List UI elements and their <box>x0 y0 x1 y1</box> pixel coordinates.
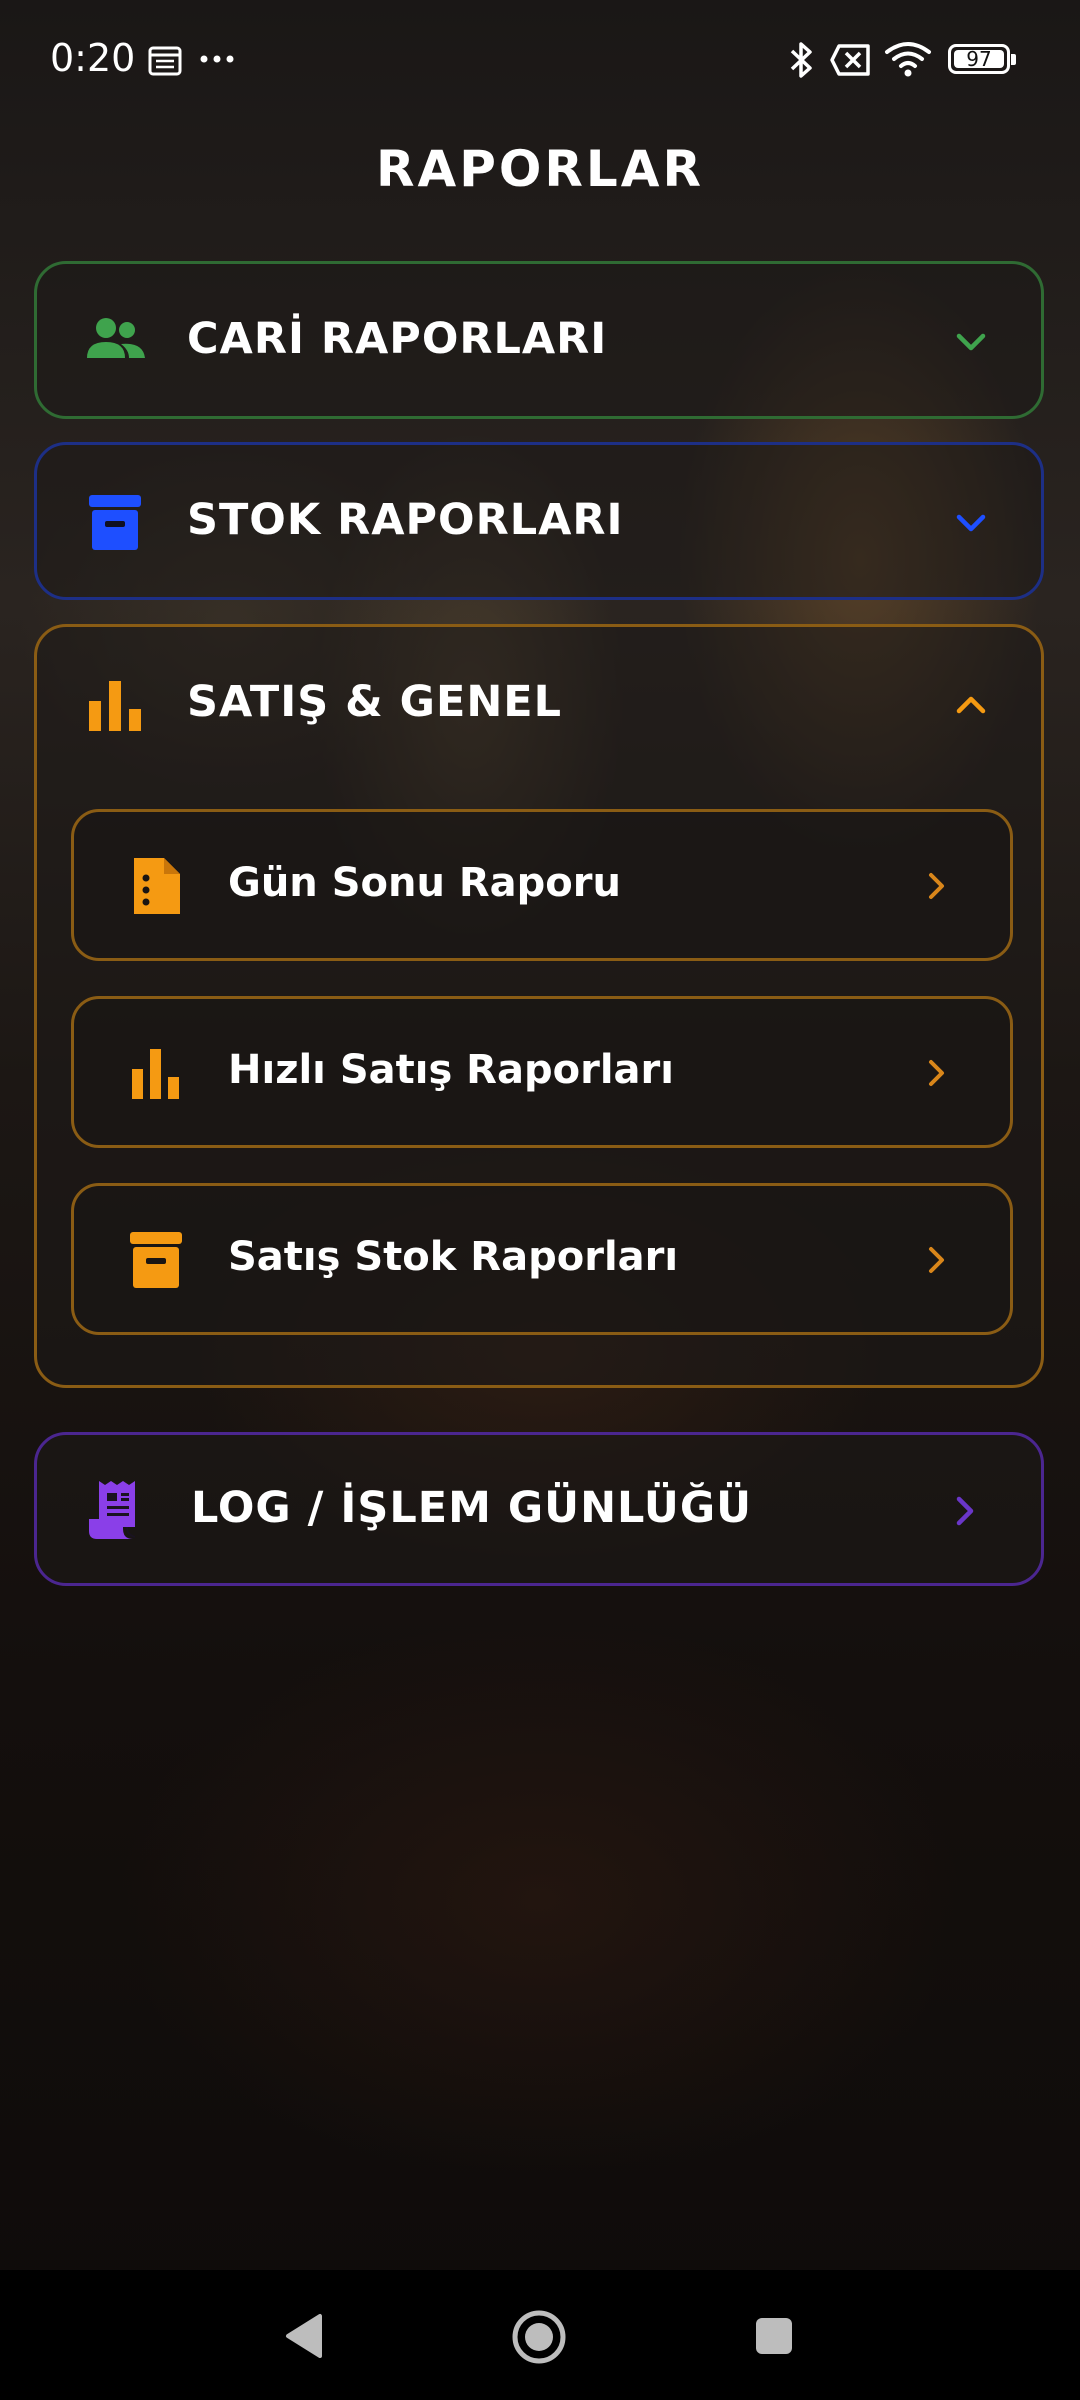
section-label: LOG / İŞLEM GÜNLÜĞÜ <box>191 1483 753 1533</box>
section-header[interactable]: STOK RAPORLARI <box>37 445 1041 601</box>
section-stok-raporlari[interactable]: STOK RAPORLARI <box>34 442 1044 600</box>
bluetooth-icon <box>790 42 812 78</box>
status-bar: 0:20 97 <box>0 0 1080 120</box>
no-sim-icon <box>830 44 870 76</box>
chevron-up-icon[interactable] <box>953 687 989 723</box>
section-satis-genel[interactable]: SATIŞ & GENEL Gün Sonu Raporu Hızlı Satı… <box>34 624 1044 1388</box>
chevron-down-icon[interactable] <box>953 505 989 541</box>
recents-icon[interactable] <box>754 2316 794 2356</box>
bar-chart-icon <box>132 1049 179 1099</box>
section-label: CARİ RAPORLARI <box>187 314 608 364</box>
archive-box-icon <box>130 1232 182 1288</box>
chevron-right-icon <box>929 1247 944 1273</box>
chevron-right-icon <box>929 873 944 899</box>
status-time: 0:20 <box>50 36 136 80</box>
section-label: SATIŞ & GENEL <box>187 677 563 727</box>
wifi-icon <box>885 42 931 77</box>
archive-box-icon <box>89 495 141 550</box>
section-log-islem-gunlugu[interactable]: LOG / İŞLEM GÜNLÜĞÜ <box>34 1432 1044 1586</box>
document-icon <box>134 858 180 914</box>
menu-item-satis-stok-raporlari[interactable]: Satış Stok Raporları <box>71 1183 1013 1335</box>
chevron-down-icon[interactable] <box>953 324 989 360</box>
section-header[interactable]: CARİ RAPORLARI <box>37 264 1041 420</box>
navigation-bar <box>0 2270 1080 2400</box>
section-label: STOK RAPORLARI <box>187 495 624 545</box>
section-header[interactable]: SATIŞ & GENEL <box>37 627 1041 783</box>
menu-item-label: Hızlı Satış Raporları <box>228 1047 674 1093</box>
receipt-icon <box>89 1481 136 1539</box>
back-icon[interactable] <box>282 2312 324 2360</box>
menu-item-label: Gün Sonu Raporu <box>228 860 621 906</box>
battery-level: 97 <box>966 47 992 71</box>
menu-item-label: Satış Stok Raporları <box>228 1234 679 1280</box>
menu-item-gun-sonu-raporu[interactable]: Gün Sonu Raporu <box>71 809 1013 961</box>
page-title: RAPORLAR <box>376 140 704 198</box>
chevron-right-icon <box>956 1496 974 1526</box>
more-dots-icon <box>200 55 234 63</box>
users-icon <box>87 318 145 358</box>
chevron-right-icon <box>929 1060 944 1086</box>
battery-icon: 97 <box>948 44 1016 74</box>
calendar-icon <box>148 46 182 76</box>
section-cari-raporlari[interactable]: CARİ RAPORLARI <box>34 261 1044 419</box>
menu-item-hizli-satis-raporlari[interactable]: Hızlı Satış Raporları <box>71 996 1013 1148</box>
home-icon[interactable] <box>510 2308 568 2366</box>
bar-chart-icon <box>89 681 141 731</box>
